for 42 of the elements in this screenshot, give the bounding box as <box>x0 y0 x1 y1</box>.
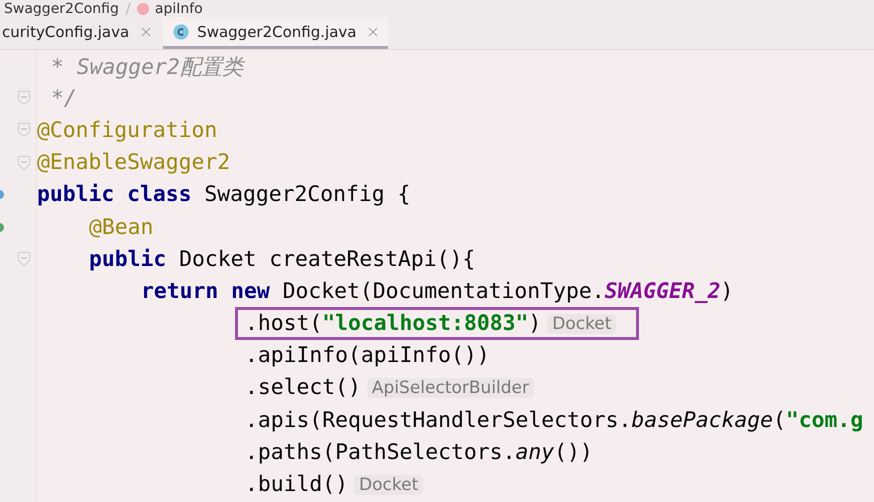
code-annotation: @Bean <box>89 214 154 240</box>
code-annotation: @EnableSwagger2 <box>37 150 230 176</box>
code-string: "com.g <box>786 408 864 433</box>
type-hint: Docket <box>547 314 616 334</box>
fold-icon[interactable] <box>18 252 30 266</box>
code-text: ()) <box>554 440 593 465</box>
method-icon <box>136 2 149 14</box>
code-constant: SWAGGER_2 <box>604 278 720 304</box>
code-text: Swagger2Config { <box>204 182 410 208</box>
code-method: basePackage <box>631 408 774 433</box>
code-text: ) <box>720 278 734 304</box>
code-text: .select() <box>245 375 361 400</box>
editor-tab[interactable]: curityConfig.java <box>0 17 162 49</box>
type-hint: ApiSelectorBuilder <box>366 378 534 398</box>
code-string: "localhost:8083" <box>322 311 528 336</box>
code-comment: */ <box>51 86 77 111</box>
code-text: .apiInfo(apiInfo()) <box>245 343 490 368</box>
close-icon[interactable] <box>368 26 378 36</box>
class-icon <box>173 24 190 40</box>
code-comment: * Swagger2配置类 <box>51 52 243 81</box>
code-text: ( <box>773 408 786 433</box>
editor-tab[interactable]: Swagger2Config.java <box>163 17 388 49</box>
fold-icon[interactable] <box>18 123 30 138</box>
code-keyword: public <box>89 246 166 272</box>
code-text: .host( <box>245 311 322 336</box>
code-text: ) <box>528 311 542 336</box>
code-text: Docket createRestApi(){ <box>179 246 476 272</box>
close-icon[interactable] <box>141 26 152 36</box>
fold-icon[interactable] <box>18 156 30 170</box>
separator-icon <box>124 2 131 16</box>
breadcrumb-item[interactable]: Swagger2Config <box>4 0 119 16</box>
code-keyword: public class <box>37 182 192 208</box>
fold-icon[interactable] <box>18 91 30 106</box>
code-text: .paths(PathSelectors. <box>245 440 516 465</box>
code-text: .build() <box>245 472 348 498</box>
type-hint: Docket <box>354 474 424 495</box>
code-text: .apis(RequestHandlerSelectors. <box>245 408 632 433</box>
code-annotation: @Configuration <box>37 118 218 143</box>
code-method: any <box>515 440 554 465</box>
breadcrumb-item[interactable]: apiInfo <box>154 0 203 16</box>
code-text: Docket(DocumentationType. <box>282 278 605 304</box>
code-keyword: return new <box>141 278 270 304</box>
